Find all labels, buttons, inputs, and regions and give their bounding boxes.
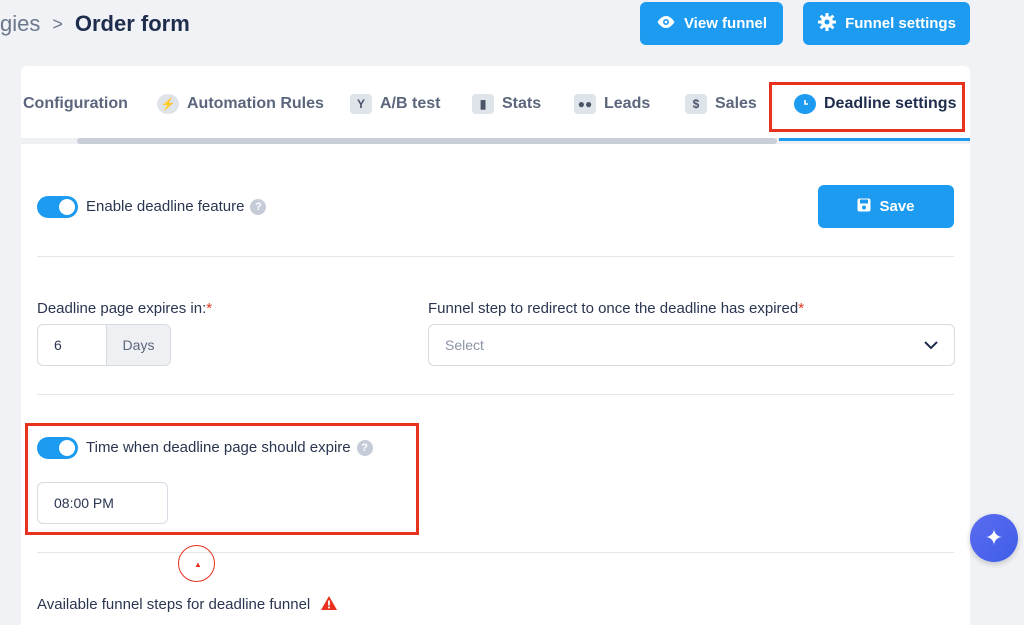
tab-ab-test[interactable]: Y A/B test [350, 88, 440, 120]
time-input[interactable]: 08:00 PM [37, 482, 168, 524]
tab-label: Configuration [23, 95, 128, 112]
chevron-down-icon [924, 337, 938, 353]
divider [37, 394, 954, 395]
gear-icon [817, 12, 837, 36]
required-mark: * [798, 300, 805, 317]
cursor-icon: ▲ [194, 560, 202, 569]
redirect-label: Funnel step to redirect to once the dead… [428, 300, 804, 317]
split-icon: Y [350, 94, 372, 114]
help-icon[interactable]: ? [250, 199, 267, 216]
tab-sales[interactable]: $ Sales [685, 88, 757, 120]
breadcrumb-separator: > [52, 13, 63, 34]
divider [37, 552, 954, 553]
expires-days-value[interactable]: 6 [38, 325, 106, 365]
bar-chart-icon: ▮ [472, 94, 494, 114]
help-icon[interactable]: ? [356, 440, 373, 457]
tab-deadline-settings[interactable]: Deadline settings [794, 88, 956, 120]
enable-deadline-text: Enable deadline feature [86, 198, 245, 215]
sparkle-icon: ✦ [984, 525, 1004, 550]
tab-bar: Configuration ⚡ Automation Rules Y A/B t… [21, 66, 970, 144]
tab-label: Leads [604, 95, 651, 112]
tab-leads[interactable]: ●● Leads [574, 88, 650, 120]
select-placeholder: Select [445, 337, 484, 353]
active-tab-indicator [779, 138, 970, 141]
tab-label: Stats [502, 95, 542, 112]
users-icon: ●● [574, 94, 596, 114]
toggle-knob [59, 199, 75, 215]
tab-automation-rules[interactable]: ⚡ Automation Rules [157, 88, 324, 120]
tab-label: A/B test [380, 95, 441, 112]
enable-deadline-toggle[interactable] [37, 196, 78, 218]
enable-deadline-label: Enable deadline feature? [86, 198, 267, 216]
expires-label-text: Deadline page expires in: [37, 300, 207, 317]
expires-days-input[interactable]: 6 Days [37, 324, 171, 366]
click-indicator: ▲ [178, 545, 215, 582]
breadcrumb-previous[interactable]: gies [0, 11, 40, 37]
redirect-label-text: Funnel step to redirect to once the dead… [428, 300, 799, 317]
funnel-settings-label: Funnel settings [845, 15, 956, 32]
view-funnel-label: View funnel [683, 15, 768, 32]
time-expire-text: Time when deadline page should expire [86, 439, 351, 456]
tab-label: Deadline settings [824, 95, 957, 112]
toggle-knob [59, 440, 75, 456]
redirect-step-select[interactable]: Select [428, 324, 955, 366]
scrollbar-thumb[interactable] [77, 138, 777, 144]
save-label: Save [879, 198, 915, 215]
eye-icon [656, 15, 676, 33]
available-steps-label: Available funnel steps for deadline funn… [37, 595, 338, 615]
available-steps-text: Available funnel steps for deadline funn… [37, 595, 311, 613]
view-funnel-button[interactable]: View funnel [640, 2, 783, 45]
breadcrumb: gies > Order form [0, 10, 190, 38]
ai-assistant-button[interactable]: ✦ [970, 514, 1018, 562]
required-mark: * [206, 300, 213, 317]
tab-stats[interactable]: ▮ Stats [472, 88, 541, 120]
warning-icon [320, 595, 338, 615]
bolt-icon: ⚡ [157, 94, 179, 114]
save-icon [857, 198, 871, 216]
funnel-settings-button[interactable]: Funnel settings [803, 2, 970, 45]
tab-configuration[interactable]: Configuration [23, 88, 128, 120]
time-expire-toggle[interactable] [37, 437, 78, 459]
dollar-icon: $ [685, 94, 707, 114]
deadline-settings-card: Configuration ⚡ Automation Rules Y A/B t… [21, 66, 970, 625]
page-title: Order form [74, 11, 190, 36]
expires-label: Deadline page expires in:* [37, 300, 212, 317]
time-expire-label: Time when deadline page should expire? [86, 439, 373, 457]
divider [37, 256, 954, 257]
save-button[interactable]: Save [818, 185, 954, 228]
clock-icon [794, 94, 816, 114]
days-unit-addon: Days [106, 325, 170, 365]
tab-label: Automation Rules [187, 95, 324, 112]
tab-label: Sales [715, 95, 757, 112]
tab-scrollbar[interactable] [21, 138, 970, 144]
